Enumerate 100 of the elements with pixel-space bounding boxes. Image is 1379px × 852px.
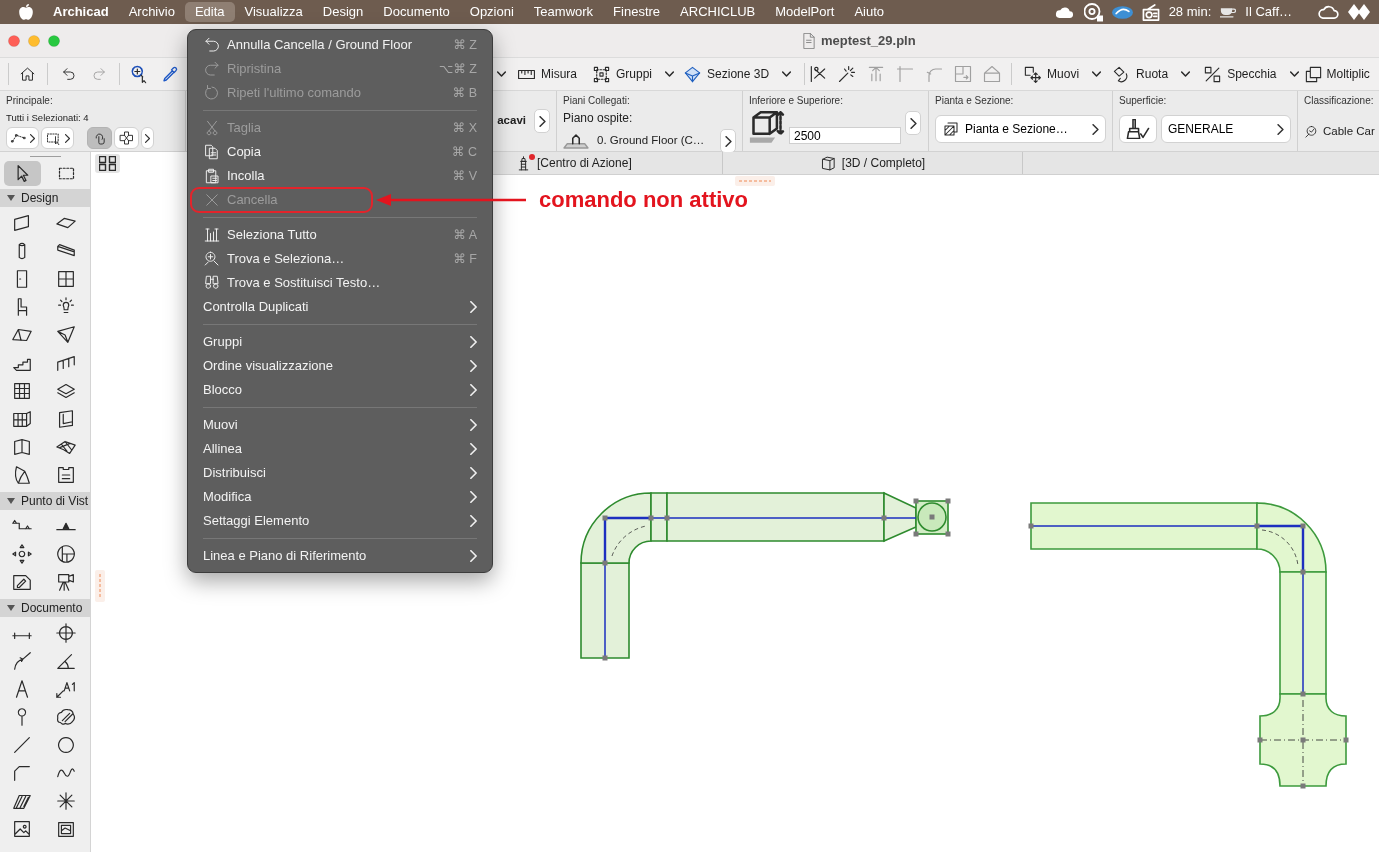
eyedropper-icon[interactable] — [161, 65, 179, 83]
explode-button[interactable] — [114, 127, 139, 149]
menu-bar-item[interactable]: Visualizza — [234, 2, 313, 22]
menu-item[interactable]: Trova e Seleziona… ⌘ F — [188, 247, 492, 271]
toolbox-group-header[interactable]: Documento — [0, 599, 90, 617]
menu-item[interactable]: Trova e Sostituisci Testo… — [188, 271, 492, 295]
view-tab[interactable]: [Centro di Azione] — [495, 152, 723, 174]
section-3d-dropdown[interactable]: Sezione 3D — [683, 64, 792, 84]
plan-section-dropdown[interactable]: Pianta e Sezione… — [935, 115, 1106, 143]
toolbox-group-header[interactable]: Design — [0, 189, 90, 207]
height-input[interactable]: 2500 — [789, 127, 901, 144]
menu-bar-item[interactable]: ModelPort — [765, 2, 845, 22]
keyboard-shortcut: ⌥⌘ Z — [439, 60, 477, 78]
section-heading: Classificazione: — [1304, 95, 1375, 107]
menu-item[interactable]: Copia ⌘ C — [188, 140, 492, 164]
menu-bar-item[interactable]: Teamwork — [523, 2, 604, 22]
chevron-right-icon — [470, 467, 477, 479]
undo-icon[interactable] — [60, 66, 78, 82]
menu-item[interactable]: Allinea — [188, 437, 492, 461]
chevron-right-icon — [470, 360, 477, 372]
group-frame-icon — [592, 64, 611, 84]
diamonds-icon[interactable] — [1348, 4, 1370, 20]
menu-item[interactable]: Linea e Piano di Riferimento — [188, 544, 492, 568]
camera-icon[interactable] — [55, 571, 77, 593]
line-icon[interactable] — [11, 734, 33, 756]
select-all-icon — [203, 226, 221, 244]
app-menu[interactable]: Archicad — [43, 2, 119, 22]
shell-icon[interactable] — [55, 324, 77, 346]
arrow-pointer-icon[interactable] — [3, 160, 41, 186]
menu-bar-item[interactable]: Aiuto — [844, 2, 895, 22]
move-dropdown[interactable]: Muovi — [1023, 64, 1102, 84]
grid-view-icon[interactable] — [95, 154, 120, 173]
menu-bar-item[interactable]: Opzioni — [459, 2, 524, 22]
level-marker-icon[interactable] — [55, 622, 77, 644]
expand-button[interactable] — [720, 129, 736, 153]
swirl-icon[interactable] — [1111, 5, 1133, 19]
cloud-fill-icon[interactable] — [55, 706, 77, 728]
find-select-icon[interactable] — [129, 64, 149, 84]
menu-item[interactable]: Blocco — [188, 378, 492, 402]
circle-icon[interactable] — [55, 734, 77, 756]
move-target-icon[interactable] — [11, 543, 33, 565]
apple-icon[interactable] — [19, 4, 33, 20]
curtain-wall-icon[interactable] — [11, 380, 33, 402]
view-tab[interactable]: [3D / Completo] — [723, 152, 1023, 174]
window-title: meptest_29.pln — [821, 31, 916, 50]
marquee-button[interactable] — [41, 127, 74, 149]
geometry-button[interactable] — [6, 127, 39, 149]
measure-button[interactable]: Misura — [517, 64, 577, 84]
section-heading: Pianta e Sezione: — [935, 95, 1015, 107]
caret-icon — [497, 71, 506, 77]
image-icon[interactable] — [11, 818, 33, 840]
menu-item[interactable]: Settaggi Elemento — [188, 509, 492, 533]
pick-toggle[interactable] — [87, 127, 112, 149]
more-button[interactable] — [141, 127, 154, 149]
panel-grid-icon[interactable] — [11, 408, 33, 430]
coffee-cup-icon[interactable] — [1220, 6, 1237, 18]
keyboard-shortcut: ⌘ C — [452, 143, 477, 161]
menu-bar-item[interactable]: Finestre — [603, 2, 671, 22]
cloud-outline-icon[interactable] — [1318, 5, 1339, 19]
expand-button[interactable] — [905, 111, 921, 135]
move-icon — [1023, 64, 1043, 84]
menu-item[interactable]: Gruppi — [188, 330, 492, 354]
multiply-button[interactable]: Moltiplic — [1303, 64, 1370, 84]
cloud-icon[interactable] — [1053, 6, 1075, 18]
box-height-icon — [749, 111, 785, 144]
menu-bar-item[interactable]: ARCHICLUB — [670, 2, 766, 22]
menu-bar-item[interactable]: Edita — [184, 2, 235, 22]
expand-button[interactable] — [534, 109, 550, 133]
radial-dimension-icon[interactable] — [11, 650, 33, 672]
radio-icon[interactable] — [1141, 3, 1160, 21]
keyboard-shortcut: ⌘ Z — [453, 36, 477, 54]
menu-item[interactable]: Incolla ⌘ V — [188, 164, 492, 188]
at-lock-icon[interactable] — [1083, 2, 1103, 22]
menu-item[interactable]: Distribuisci — [188, 461, 492, 485]
section-heading: Principale: — [6, 95, 54, 107]
menu-item[interactable]: Modifica — [188, 485, 492, 509]
window-icon[interactable] — [55, 268, 77, 290]
chevron-right-icon — [470, 384, 477, 396]
surface-dropdown[interactable]: GENERALE — [1161, 115, 1291, 143]
toolbox-group-header[interactable]: Punto di Vist — [0, 492, 90, 510]
menu-bar-item[interactable]: Documento — [373, 2, 460, 22]
menu-item[interactable]: Muovi — [188, 413, 492, 437]
menu-item[interactable]: Seleziona Tutto ⌘ A — [188, 223, 492, 247]
star-burst-icon[interactable] — [55, 790, 77, 812]
menu-item[interactable]: Controlla Duplicati — [188, 295, 492, 319]
chevron-right-icon — [65, 133, 70, 143]
zone-stamp-icon[interactable] — [55, 464, 77, 486]
menu-bar-item[interactable]: Design — [312, 2, 374, 22]
wand-icon[interactable] — [837, 64, 858, 84]
menu-item[interactable]: Ordine visualizzazione — [188, 354, 492, 378]
rotate-dropdown[interactable]: Ruota — [1112, 64, 1191, 84]
chevron-right-icon — [470, 491, 477, 503]
half-box-icon[interactable] — [11, 436, 33, 458]
surface-brush-button[interactable] — [1119, 115, 1157, 143]
window-close-icon[interactable] — [8, 34, 20, 47]
groups-dropdown[interactable]: Gruppi — [592, 64, 675, 84]
mirror-dropdown[interactable]: Specchia — [1203, 64, 1299, 84]
menu-item[interactable]: Annulla Cancella / Ground Floor ⌘ Z — [188, 33, 492, 57]
menu-bar-item[interactable]: Archivio — [118, 2, 185, 22]
home-icon[interactable] — [19, 65, 36, 83]
